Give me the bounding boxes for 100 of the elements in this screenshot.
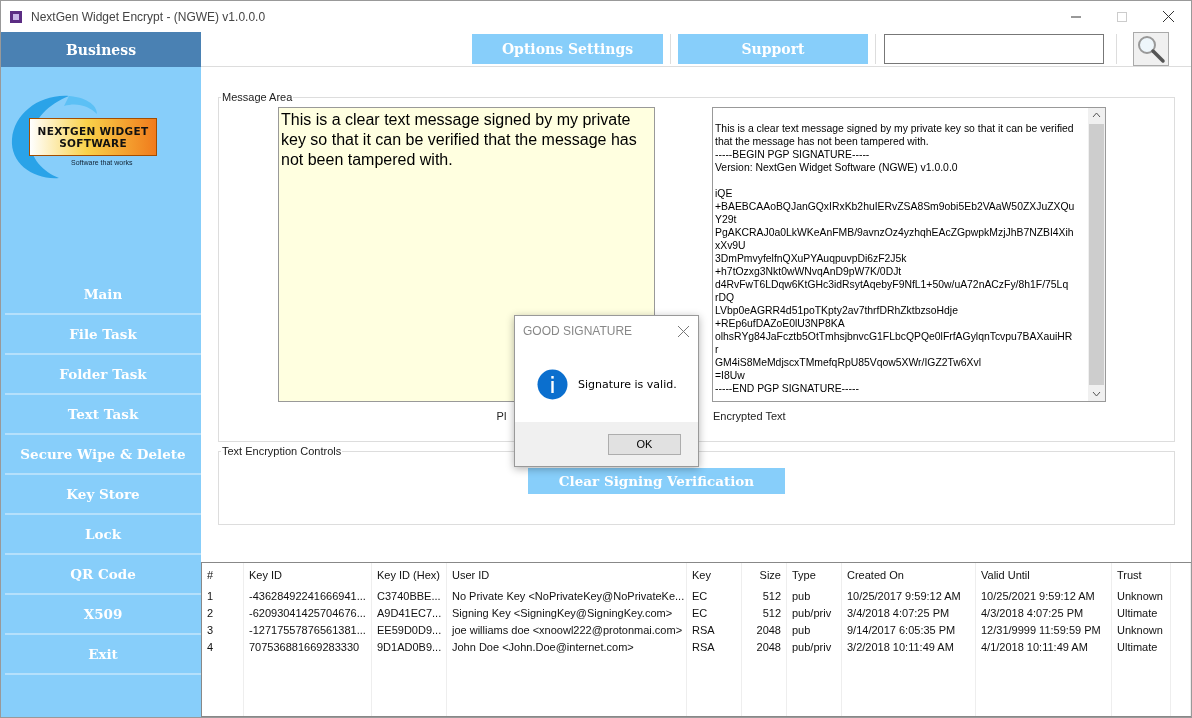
table-cell: 4/3/2018 4:07:25 PM xyxy=(976,604,1112,621)
sidebar-item[interactable]: Exit xyxy=(5,635,201,675)
sidebar-item[interactable]: File Task xyxy=(5,315,201,355)
table-cell: 3 xyxy=(202,621,244,638)
close-icon xyxy=(677,325,689,337)
column-header[interactable]: Key ID xyxy=(244,563,372,587)
column-header[interactable]: Type xyxy=(787,563,842,587)
group-title: Message Area xyxy=(221,91,294,103)
window-title: NextGen Widget Encrypt - (NGWE) v1.0.0.0 xyxy=(31,9,266,24)
table-cell: 1 xyxy=(202,587,244,604)
dialog-title: GOOD SIGNATURE xyxy=(523,324,633,338)
table-cell: 707536881669283330 xyxy=(244,638,372,655)
close-icon xyxy=(1162,11,1174,22)
table-cell: 2048 xyxy=(742,621,787,638)
text-line: iQE xyxy=(715,187,734,200)
column-header[interactable]: Key xyxy=(687,563,742,587)
table-cell: -12717557876561381... xyxy=(244,621,372,638)
text-line: Y29t xyxy=(715,213,738,226)
text-line: -----END PGP SIGNATURE----- xyxy=(715,382,860,395)
text-line: +h7tOzxg3Nkt0wWNvqAnD9pW7K/0DJt xyxy=(715,265,903,278)
table-cell: A9D41EC7... xyxy=(372,604,447,621)
table-cell: 512 xyxy=(742,604,787,621)
ok-button[interactable]: OK xyxy=(608,433,681,455)
table-cell: C3740BBE... xyxy=(372,587,447,604)
text-line: =I8Uw xyxy=(715,369,746,382)
table-cell: Signing Key <SigningKey@SigningKey.com> xyxy=(447,604,687,621)
table-cell: Ultimate xyxy=(1112,604,1171,621)
table-cell: EC xyxy=(687,604,742,621)
info-icon xyxy=(537,368,568,400)
table-cell: EC xyxy=(687,587,742,604)
table-cell: 4 xyxy=(202,638,244,655)
column-header[interactable]: Created On xyxy=(842,563,976,587)
table-cell: 3/4/2018 4:07:25 PM xyxy=(842,604,976,621)
sidebar-item[interactable]: Secure Wipe & Delete xyxy=(5,435,201,475)
sidebar-item[interactable]: Lock xyxy=(5,515,201,555)
table-cell: pub xyxy=(787,621,842,638)
text-line: d4RvFwT6LDqw6KtGHc3idRsytAqebyF9NfL1+50w/uA72nACzFy/8h1F/75Lq xyxy=(715,278,1070,291)
text-line: GM4iS8MeMdjscxTMmefqRpU85Vqow5XWr/IGZ2Tw6Xvl xyxy=(715,356,982,369)
field-label: Pl xyxy=(496,410,507,422)
toolbar-button[interactable]: Support xyxy=(678,34,868,64)
search-field[interactable] xyxy=(884,34,1104,64)
table-cell: 512 xyxy=(742,587,787,604)
table-cell: John Doe <John.Doe@internet.com> xyxy=(447,638,687,655)
verify-button[interactable]: Clear Signing Verification xyxy=(528,468,785,494)
table-cell: Unknown xyxy=(1112,621,1171,638)
table-cell: No Private Key <NoPrivateKey@NoPrivateKe... xyxy=(447,587,687,604)
text-line: LVbp0eAGRR4d51poTKpty2av7thrfDRhZktbzsoHdje xyxy=(715,304,959,317)
column-header[interactable]: Size xyxy=(742,563,787,587)
sidebar-header: Business xyxy=(1,32,201,67)
encrypted-text-field[interactable] xyxy=(712,107,1106,402)
text-line: Version: NextGen Widget Software (NGWE) v1.0.0.0 xyxy=(715,161,959,174)
app-icon xyxy=(9,9,23,24)
table-cell: pub xyxy=(787,587,842,604)
text-line: This is a clear text message signed by my private key so that it can be verified xyxy=(715,122,1075,135)
column-header[interactable]: User ID xyxy=(447,563,687,587)
table-cell: 9D1AD0B9... xyxy=(372,638,447,655)
column-header[interactable]: Key ID (Hex) xyxy=(372,563,447,587)
search-icon xyxy=(1136,34,1166,64)
table-cell: pub/priv xyxy=(787,604,842,621)
sidebar-item[interactable]: X509 xyxy=(5,595,201,635)
table-cell: 4/1/2018 10:11:49 AM xyxy=(976,638,1112,655)
field-label: Encrypted Text xyxy=(713,410,786,422)
text-line: olhsRYg84JaFcztb5OtTmhsjbnvcG1FLbcQPQe0lFrfAGylqnTcvpu7BAXauiHR xyxy=(715,330,1074,343)
table-cell: RSA xyxy=(687,621,742,638)
table-cell: 12/31/9999 11:59:59 PM xyxy=(976,621,1112,638)
sidebar-item[interactable]: Text Task xyxy=(5,395,201,435)
table-cell: EE59D0D9... xyxy=(372,621,447,638)
table-cell: joe williams doe <xnoowl222@protonmai.com> xyxy=(447,621,687,638)
scrollbar[interactable] xyxy=(1088,108,1105,401)
table-cell: Ultimate xyxy=(1112,638,1171,655)
toolbar-button[interactable]: Options Settings xyxy=(472,34,663,64)
maximize-icon xyxy=(1117,11,1127,22)
table-cell: 2 xyxy=(202,604,244,621)
text-line: rDQ xyxy=(715,291,736,304)
sidebar-item[interactable]: Folder Task xyxy=(5,355,201,395)
text-line: -----BEGIN PGP SIGNATURE----- xyxy=(715,148,871,161)
column-header[interactable]: Valid Until xyxy=(976,563,1112,587)
table-cell: 10/25/2021 9:59:12 AM xyxy=(976,587,1112,604)
column-header[interactable]: Trust xyxy=(1112,563,1171,587)
text-line: r xyxy=(715,343,720,356)
text-line: PgAKCRAJ0a0LkWKeAnFMB/9avnzOz4yzhqhEAcZGpwpkMzjJhB7NZBI4Xih xyxy=(715,226,1075,239)
text-line: that the message has not been tampered with. xyxy=(715,135,930,148)
logo-text: SOFTWARE xyxy=(59,137,127,150)
table-cell: 3/2/2018 10:11:49 AM xyxy=(842,638,976,655)
search-button[interactable] xyxy=(1133,32,1169,66)
text-line: xXv9U xyxy=(715,239,747,252)
text-line: +BAEBCAAoBQJanGQxIRxKb2huIERvZSA8Sm9obi5Eb2VAaW50ZXJuZXQu xyxy=(715,200,1076,213)
logo-text: NEXTGEN WIDGET xyxy=(37,124,149,137)
text-line: +REp6ufDAZoE0lU3NP8KA xyxy=(715,317,846,330)
table-cell: -62093041425704676... xyxy=(244,604,372,621)
table-cell: Unknown xyxy=(1112,587,1171,604)
table-cell: 10/25/2017 9:59:12 AM xyxy=(842,587,976,604)
sidebar-item[interactable]: QR Code xyxy=(5,555,201,595)
sidebar-item[interactable]: Key Store xyxy=(5,475,201,515)
table-cell: 9/14/2017 6:05:35 PM xyxy=(842,621,976,638)
group-title: Text Encryption Controls xyxy=(221,445,343,457)
table-cell: -43628492241666941... xyxy=(244,587,372,604)
sidebar-item[interactable]: Main xyxy=(5,275,201,315)
column-header[interactable]: # xyxy=(202,563,244,587)
table-cell: RSA xyxy=(687,638,742,655)
